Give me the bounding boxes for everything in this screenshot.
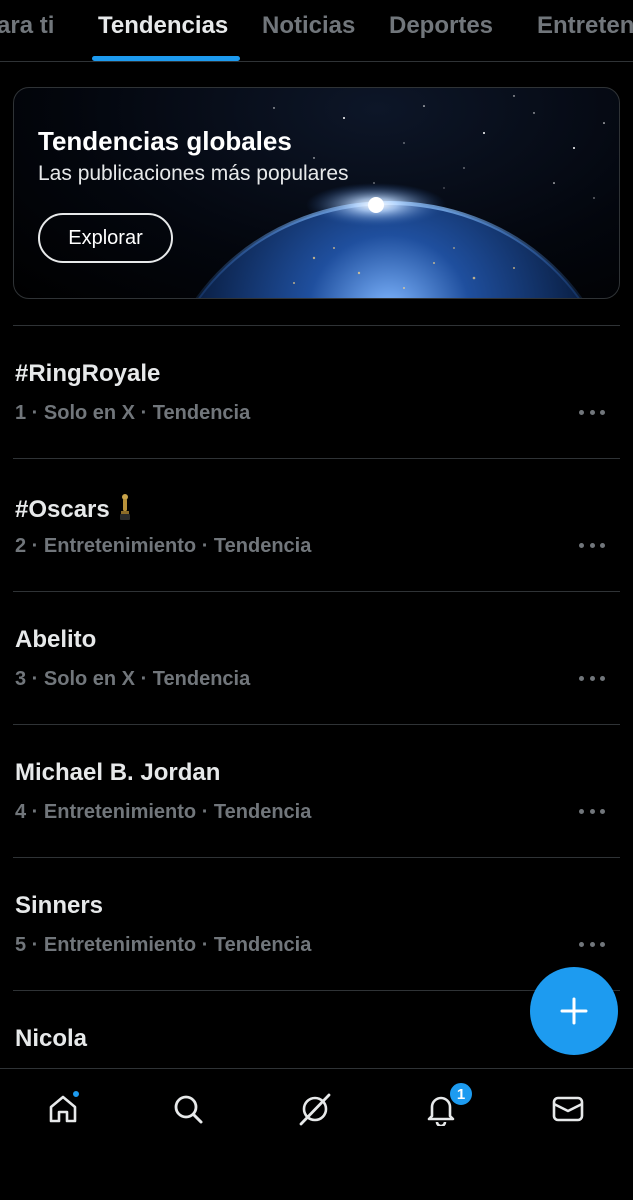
earth-from-space-image bbox=[195, 95, 605, 298]
banner-subtitle: Las publicaciones más populares bbox=[38, 162, 349, 185]
banner-title: Tendencias globales bbox=[38, 126, 292, 156]
trend-title: #Oscars bbox=[15, 495, 110, 523]
home-notification-dot bbox=[71, 1089, 81, 1099]
trend-meta: 4 · Entretenimiento · Tendencia bbox=[15, 801, 312, 823]
trend-item[interactable]: #RingRoyale 1 · Solo en X · Tendencia bbox=[0, 326, 633, 459]
trend-title: #RingRoyale bbox=[15, 360, 161, 387]
trend-meta: 2 · Entretenimiento · Tendencia bbox=[15, 535, 312, 557]
plus-icon bbox=[560, 997, 588, 1025]
trend-meta: 3 · Solo en X · Tendencia bbox=[15, 668, 251, 690]
more-options-icon[interactable] bbox=[579, 666, 605, 690]
compose-post-button[interactable] bbox=[530, 967, 618, 1055]
grok-icon bbox=[299, 1093, 331, 1126]
trend-title: Michael B. Jordan bbox=[15, 759, 221, 786]
trend-meta: 1 · Solo en X · Tendencia bbox=[15, 402, 251, 424]
trend-title: Sinners bbox=[15, 892, 104, 919]
notifications-badge: 1 bbox=[448, 1081, 474, 1107]
trend-item[interactable]: #Oscars 2 · Entretenimiento · Tendencia bbox=[0, 459, 633, 592]
more-options-icon[interactable] bbox=[579, 799, 605, 823]
global-trends-banner[interactable]: Tendencias globales Las publicaciones má… bbox=[13, 87, 620, 299]
nav-home[interactable] bbox=[33, 1087, 93, 1131]
more-options-icon[interactable] bbox=[579, 400, 605, 424]
trending-screen: ara ti Tendencias Noticias Deportes Entr… bbox=[0, 0, 633, 1200]
mail-icon bbox=[552, 1096, 584, 1122]
nav-notifications[interactable]: 1 bbox=[411, 1081, 474, 1131]
more-options-icon[interactable] bbox=[579, 932, 605, 956]
trend-item[interactable]: Michael B. Jordan 4 · Entretenimiento · … bbox=[0, 725, 633, 858]
trend-title-row: #Oscars bbox=[15, 493, 132, 528]
trend-meta: 5 · Entretenimiento · Tendencia bbox=[15, 934, 312, 956]
trend-title: Nicola bbox=[15, 1025, 88, 1052]
nav-messages[interactable] bbox=[538, 1087, 598, 1131]
trend-title: Abelito bbox=[15, 626, 97, 653]
tab-news[interactable]: Noticias bbox=[262, 12, 355, 40]
tab-for-you[interactable]: ara ti bbox=[0, 12, 54, 40]
top-tab-bar: ara ti Tendencias Noticias Deportes Entr… bbox=[0, 0, 633, 62]
nav-search[interactable] bbox=[158, 1087, 218, 1131]
active-tab-indicator bbox=[92, 56, 240, 61]
explore-button[interactable]: Explorar bbox=[38, 213, 173, 263]
trend-item[interactable]: Sinners 5 · Entretenimiento · Tendencia bbox=[0, 858, 633, 991]
tab-sports[interactable]: Deportes bbox=[389, 12, 493, 40]
more-options-icon[interactable] bbox=[579, 533, 605, 557]
oscar-trophy-icon bbox=[118, 493, 132, 528]
tab-entertainment[interactable]: Entreten bbox=[537, 12, 633, 40]
search-icon bbox=[174, 1095, 203, 1124]
tab-trending[interactable]: Tendencias bbox=[98, 12, 228, 40]
bottom-nav-bar: 1 bbox=[0, 1068, 633, 1200]
trend-item[interactable]: Abelito 3 · Solo en X · Tendencia bbox=[0, 592, 633, 725]
nav-grok[interactable] bbox=[285, 1087, 345, 1131]
